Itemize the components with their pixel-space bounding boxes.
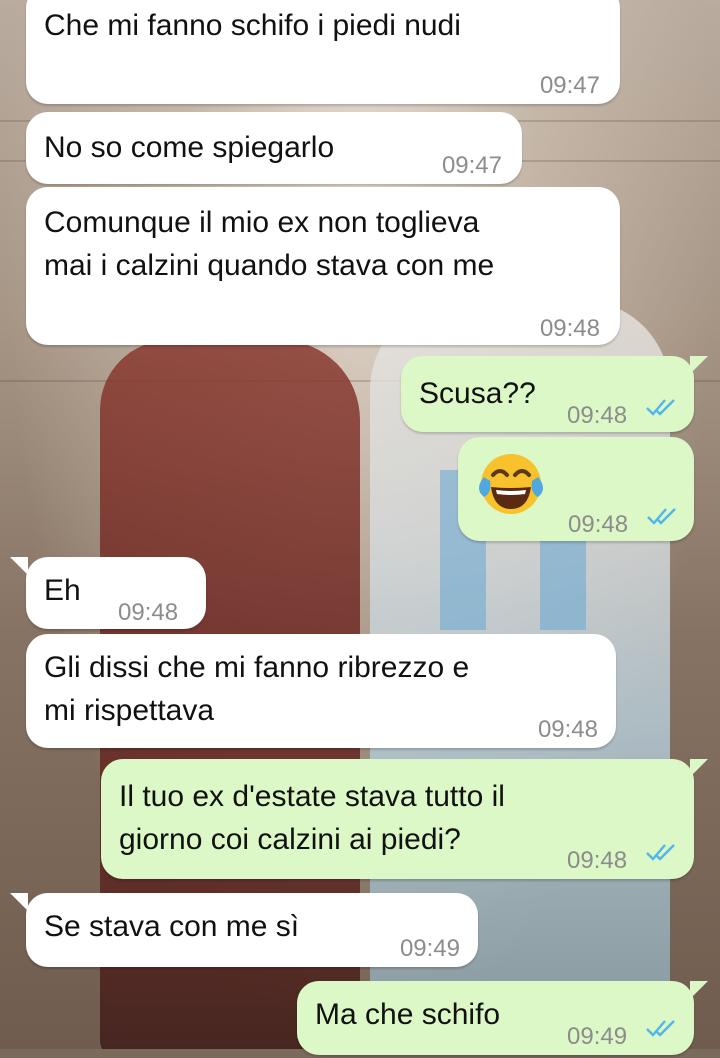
- incoming-message[interactable]: Se stava con me sì 09:49: [26, 893, 478, 967]
- message-text: No so come spiegarlo: [44, 131, 335, 164]
- message-text: Scusa??: [419, 377, 536, 410]
- message-time: 09:48: [539, 315, 600, 342]
- message-text: Il tuo ex d'estate stava tutto il giorno…: [119, 780, 505, 856]
- incoming-message[interactable]: Comunque il mio ex non toglieva mai i ca…: [26, 187, 620, 345]
- message-list[interactable]: Che mi fanno schifo i piedi nudi 09:47 N…: [0, 0, 720, 1055]
- face-with-tears-of-joy-icon: [479, 454, 543, 514]
- bubble-tail: [690, 981, 708, 999]
- double-check-icon: [646, 844, 675, 861]
- bubble-tail: [10, 893, 28, 911]
- message-time: 09:49: [567, 1023, 628, 1050]
- message-time: 09:48: [118, 599, 179, 626]
- message-text: Gli dissi che mi fanno ribrezzo e mi ris…: [44, 651, 470, 727]
- message-time: 09:48: [537, 716, 598, 743]
- incoming-message[interactable]: Eh 09:48: [26, 557, 206, 629]
- outgoing-message[interactable]: Il tuo ex d'estate stava tutto il giorno…: [101, 759, 694, 879]
- outgoing-message[interactable]: 09:48: [458, 437, 694, 541]
- message-time: 09:47: [441, 152, 502, 179]
- message-time: 09:48: [568, 511, 629, 538]
- message-text: Che mi fanno schifo i piedi nudi: [44, 9, 461, 42]
- bubble-tail: [690, 759, 708, 777]
- message-text: Ma che schifo: [315, 998, 501, 1031]
- bubble-tail: [10, 557, 28, 575]
- double-check-icon: [647, 508, 676, 525]
- incoming-message[interactable]: No so come spiegarlo 09:47: [26, 112, 522, 184]
- outgoing-message[interactable]: Ma che schifo 09:49: [297, 981, 694, 1055]
- incoming-message[interactable]: Gli dissi che mi fanno ribrezzo e mi ris…: [26, 634, 616, 748]
- message-time: 09:48: [567, 847, 628, 874]
- double-check-icon: [646, 1020, 675, 1037]
- incoming-message[interactable]: Che mi fanno schifo i piedi nudi 09:47: [26, 0, 620, 104]
- message-text: Eh: [44, 574, 81, 607]
- double-check-icon: [646, 399, 675, 416]
- message-time: 09:47: [539, 72, 600, 99]
- message-time: 09:49: [399, 935, 460, 962]
- message-text: Se stava con me sì: [44, 910, 300, 943]
- bubble-tail: [690, 356, 708, 374]
- message-time: 09:48: [567, 402, 628, 429]
- outgoing-message[interactable]: Scusa?? 09:48: [401, 356, 694, 432]
- message-text: Comunque il mio ex non toglieva mai i ca…: [44, 206, 495, 282]
